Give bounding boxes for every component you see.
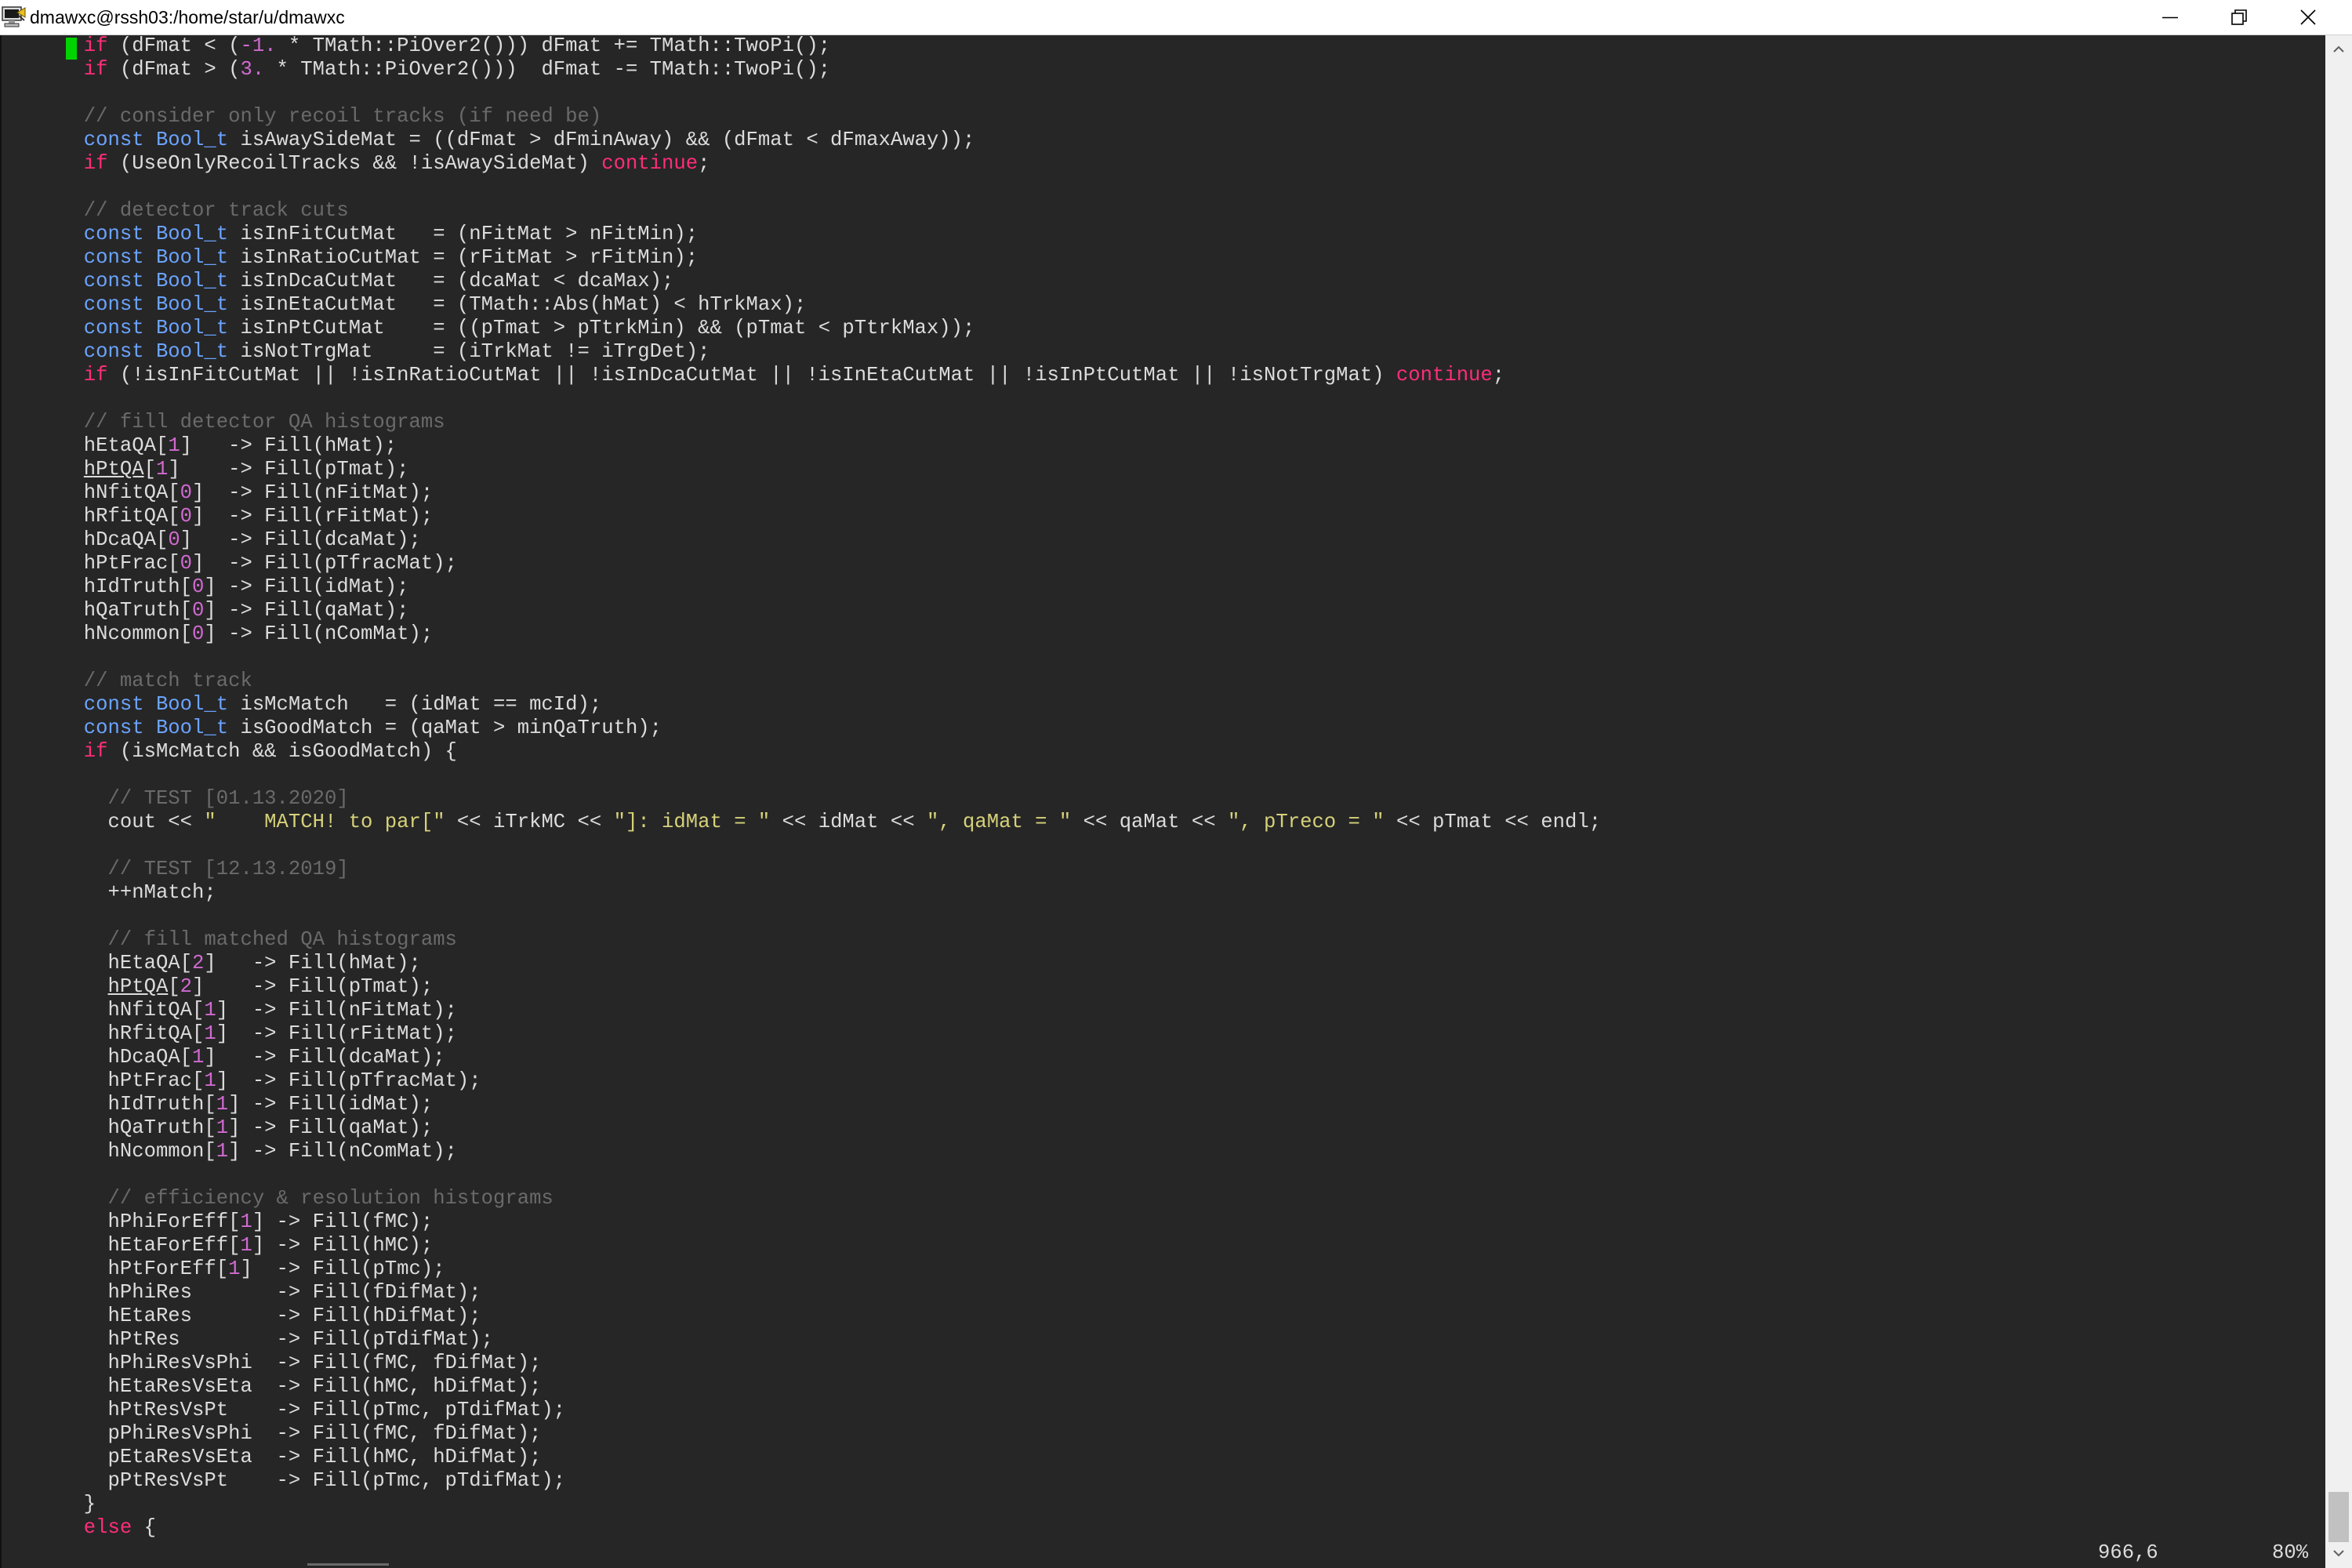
code-line: hDcaQA[1] -> Fill(dcaMat); xyxy=(24,1046,445,1069)
code-line: const Bool_t isGoodMatch = (qaMat > minQ… xyxy=(83,717,662,739)
code-line: if (isMcMatch && isGoodMatch) { xyxy=(83,740,457,763)
code-line: hPtFrac[0] -> Fill(pTfracMat); xyxy=(24,552,457,575)
code-line: const Bool_t isAwaySideMat = ((dFmat > d… xyxy=(83,129,975,151)
code-line: if (dFmat < (-1. * TMath::PiOver2())) dF… xyxy=(83,34,831,57)
code-line: hIdTruth[1] -> Fill(idMat); xyxy=(24,1093,434,1116)
window-title: dmawxc@rssh03:/home/star/u/dmawxc xyxy=(30,7,345,27)
restore-icon xyxy=(2231,9,2247,25)
restore-button[interactable] xyxy=(2205,0,2274,34)
code-line: hPtResVsPt -> Fill(pTmc, pTdifMat); xyxy=(24,1399,566,1421)
code-line: hPhiRes -> Fill(fDifMat); xyxy=(24,1281,481,1304)
code-line: else { xyxy=(83,1516,156,1539)
code-line: const Bool_t isInRatioCutMat = (rFitMat … xyxy=(83,246,699,269)
code-line: hPhiForEff[1] -> Fill(fMC); xyxy=(24,1210,434,1233)
code-line: // TEST [12.13.2019] xyxy=(107,858,349,880)
scrollbar-thumb[interactable] xyxy=(2328,1492,2349,1542)
code-line: const Bool_t isNotTrgMat = (iTrkMat != i… xyxy=(83,340,710,363)
code-line: hNfitQA[1] -> Fill(nFitMat); xyxy=(24,999,457,1022)
code-line: } xyxy=(24,1493,96,1515)
minimize-button[interactable] xyxy=(2136,0,2205,34)
code-line: const Bool_t isMcMatch = (idMat == mcId)… xyxy=(83,693,602,716)
code-line: const Bool_t isInFitCutMat = (nFitMat > … xyxy=(83,223,699,245)
minimize-icon xyxy=(2162,16,2178,19)
vertical-scrollbar[interactable] xyxy=(2325,35,2352,1568)
code-line: // fill matched QA histograms xyxy=(107,928,457,951)
code-line: // match track xyxy=(83,670,252,692)
code-line: hPtFrac[1] -> Fill(pTfracMat); xyxy=(24,1069,481,1092)
code-line: hRfitQA[0] -> Fill(rFitMat); xyxy=(24,505,434,528)
code-line: hNcommon[0] -> Fill(nComMat); xyxy=(24,622,434,645)
code-line: if (!isInFitCutMat || !isInRatioCutMat |… xyxy=(83,364,1505,387)
code-line: hQaTruth[0] -> Fill(qaMat); xyxy=(24,599,409,622)
code-view[interactable]: if (dFmat < (-1. * TMath::PiOver2())) dF… xyxy=(0,34,2321,1548)
code-line: pPtResVsPt -> Fill(pTmc, pTdifMat); xyxy=(24,1469,566,1492)
code-line: hEtaResVsEta -> Fill(hMC, hDifMat); xyxy=(24,1375,542,1398)
code-line: // detector track cuts xyxy=(83,199,349,222)
code-line: hEtaForEff[1] -> Fill(hMC); xyxy=(24,1234,434,1257)
close-button[interactable] xyxy=(2274,0,2343,34)
status-cursor-position: 966,6 xyxy=(2098,1541,2158,1564)
status-scroll-percent: 80% xyxy=(2272,1541,2309,1564)
horizontal-scroll-indicator xyxy=(307,1563,389,1566)
code-line: hPtForEff[1] -> Fill(pTmc); xyxy=(24,1258,445,1280)
code-line: // efficiency & resolution histograms xyxy=(107,1187,554,1210)
scroll-down-icon[interactable] xyxy=(2332,1547,2345,1559)
code-line: hNcommon[1] -> Fill(nComMat); xyxy=(24,1140,457,1163)
code-line: if (UseOnlyRecoilTracks && !isAwaySideMa… xyxy=(83,152,710,175)
code-line: if (dFmat > (3. * TMath::PiOver2())) dFm… xyxy=(83,58,831,81)
code-line: hRfitQA[1] -> Fill(rFitMat); xyxy=(24,1022,457,1045)
code-line: // consider only recoil tracks (if need … xyxy=(83,105,602,128)
code-line: hNfitQA[0] -> Fill(nFitMat); xyxy=(24,481,434,504)
code-line: hEtaRes -> Fill(hDifMat); xyxy=(24,1305,481,1327)
code-line: pEtaResVsEta -> Fill(hMC, hDifMat); xyxy=(24,1446,542,1468)
code-line: hQaTruth[1] -> Fill(qaMat); xyxy=(24,1116,434,1139)
code-line: hIdTruth[0] -> Fill(idMat); xyxy=(24,575,409,598)
code-line: ++nMatch; xyxy=(24,881,216,904)
code-line: cout << " MATCH! to par[" << iTrkMC << "… xyxy=(24,811,1602,833)
code-line: hPtRes -> Fill(pTdifMat); xyxy=(24,1328,494,1351)
putty-terminal-icon[interactable] xyxy=(2,5,27,30)
code-line: hDcaQA[0] -> Fill(dcaMat); xyxy=(24,528,421,551)
code-line: hPhiResVsPhi -> Fill(fMC, fDifMat); xyxy=(24,1352,542,1374)
code-line: // fill detector QA histograms xyxy=(83,411,445,434)
scroll-up-icon[interactable] xyxy=(2332,43,2345,56)
code-line: hPtQA[2] -> Fill(pTmat); xyxy=(107,975,434,998)
code-line: const Bool_t isInDcaCutMat = (dcaMat < d… xyxy=(83,270,674,292)
code-line: // TEST [01.13.2020] xyxy=(107,787,349,810)
code-line: pPhiResVsPhi -> Fill(fMC, fDifMat); xyxy=(24,1422,542,1445)
code-line: hEtaQA[1] -> Fill(hMat); xyxy=(24,434,397,457)
code-line: const Bool_t isInPtCutMat = ((pTmat > pT… xyxy=(83,317,975,339)
close-icon xyxy=(2300,9,2316,25)
code-line: hPtQA[1] -> Fill(pTmat); xyxy=(83,458,409,481)
title-bar: dmawxc@rssh03:/home/star/u/dmawxc xyxy=(0,0,2352,35)
code-line: hEtaQA[2] -> Fill(hMat); xyxy=(24,952,421,975)
code-line: const Bool_t isInEtaCutMat = (TMath::Abs… xyxy=(83,293,807,316)
